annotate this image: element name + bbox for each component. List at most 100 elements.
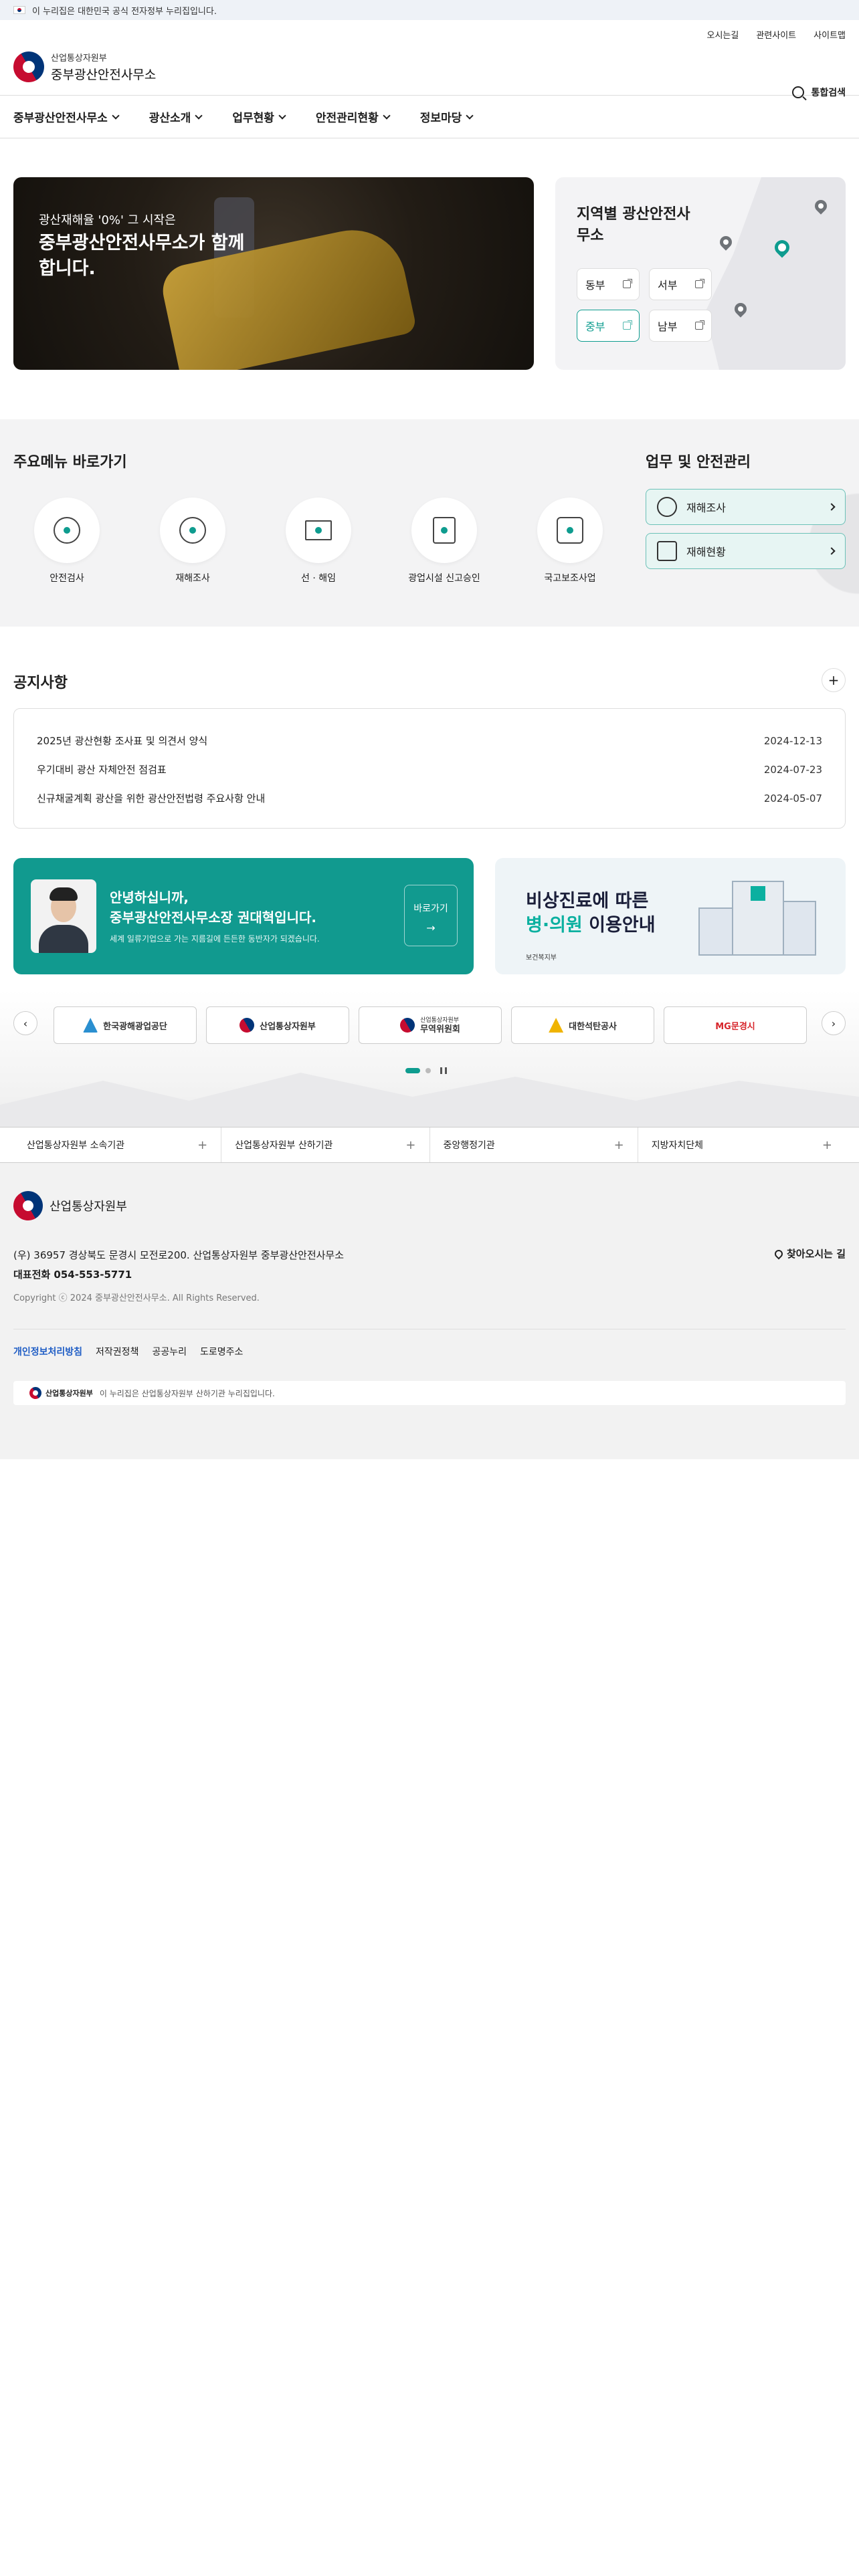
footer-policy-links: 개인정보처리방침 저작권정책 공공누리 도로명주소 xyxy=(13,1345,243,1358)
notice-row[interactable]: 신규채굴계획 광산을 위한 광산안전법령 주요사항 안내 2024-05-07 xyxy=(37,784,822,813)
group-public-agencies[interactable]: 산업통상자원부 산하기관 + xyxy=(221,1128,429,1162)
search-label: 통합검색 xyxy=(811,88,846,98)
footer-logo: 산업통상자원부 xyxy=(7,1185,127,1226)
related-logo-kocoal[interactable]: 대한석탄공사 xyxy=(511,1006,654,1044)
notice-row[interactable]: 우기대비 광산 자체안전 점검표 2024-07-23 xyxy=(37,755,822,784)
taegukgi-flag-icon xyxy=(13,6,25,14)
taeguk-emblem-icon xyxy=(7,1185,49,1226)
chevron-down-icon xyxy=(112,111,120,120)
carousel-prev-button[interactable]: ‹ xyxy=(13,1011,37,1035)
region-button-south[interactable]: 남부 xyxy=(649,310,712,342)
greeting-desc: 세계 일류기업으로 가는 지름길에 든든한 동반자가 되겠습니다. xyxy=(110,934,320,944)
quick-menu-section: 주요메뉴 바로가기 안전검사 재해조사 선 · 해임 광업시설 신고승인 국고보… xyxy=(0,419,859,627)
hospital-building-icon xyxy=(692,881,819,956)
gov-banner: 이 누리집은 대한민국 공식 전자정부 누리집입니다. xyxy=(0,0,859,20)
quick-menu-title: 주요메뉴 바로가기 xyxy=(13,454,127,471)
er-title-accent: 병·의원 xyxy=(526,915,583,936)
inspection-magnifier-icon xyxy=(54,517,80,544)
kocoal-logo-icon xyxy=(549,1018,564,1033)
related-sites-carousel: ‹ 한국광해광업공단 산업통상자원부 산업통상자원부 무역위원회 대한석탄공사 M… xyxy=(0,990,859,1137)
notice-title: 공지사항 xyxy=(13,675,68,691)
related-site-groups: 산업통상자원부 소속기관 + 산업통상자원부 산하기관 + 중앙행정기관 + 지방자치… xyxy=(0,1127,859,1163)
quick-item-appointment[interactable]: 선 · 해임 xyxy=(278,498,359,584)
quick-item-safety-inspection[interactable]: 안전검사 xyxy=(27,498,107,584)
chevron-down-icon xyxy=(466,111,474,120)
region-button-central[interactable]: 중부 xyxy=(577,310,640,342)
taeguk-emblem-icon xyxy=(7,45,50,88)
chevron-right-icon xyxy=(828,547,836,555)
nav-item-mine-intro[interactable]: 광산소개 xyxy=(149,108,203,125)
nav-item-safety-status[interactable]: 안전관리현황 xyxy=(316,108,391,125)
related-logo-komir[interactable]: 한국광해광업공단 xyxy=(54,1006,197,1044)
quick-item-subsidy[interactable]: 국고보조사업 xyxy=(530,498,610,584)
safety-button-status[interactable]: 재해현황 xyxy=(646,533,846,569)
util-link-related-sites[interactable]: 관련사이트 xyxy=(756,28,796,41)
integrated-search-button[interactable]: 통합검색 xyxy=(792,86,846,99)
footer-address: (우) 36957 경상북도 문경시 모전로200. 산업통상자원부 중부광산안… xyxy=(13,1249,345,1261)
plus-icon: + xyxy=(197,1138,208,1152)
notice-more-button[interactable]: + xyxy=(822,668,846,692)
main-nav: 중부광산안전사무소 광산소개 업무현황 안전관리현황 정보마당 xyxy=(0,96,859,138)
group-affiliated-agencies[interactable]: 산업통상자원부 소속기관 + xyxy=(13,1128,221,1162)
footer-link-kogl[interactable]: 공공누리 xyxy=(152,1345,187,1358)
related-logo-ktc[interactable]: 산업통상자원부 무역위원회 xyxy=(359,1006,502,1044)
external-link-icon xyxy=(623,279,632,288)
site-footer: 산업통상자원부 (우) 36957 경상북도 문경시 모전로200. 산업통상자… xyxy=(0,1163,859,1459)
logo-office: 중부광산안전사무소 xyxy=(51,68,157,82)
util-link-directions[interactable]: 오시는길 xyxy=(707,28,739,41)
util-link-sitemap[interactable]: 사이트맵 xyxy=(814,28,846,41)
er-title-line2: 이용안내 xyxy=(582,915,656,936)
greeting-line2: 중부광산안전사무소장 권대혁입니다. xyxy=(110,909,316,926)
safety-button-investigation[interactable]: 재해조사 xyxy=(646,489,846,525)
footer-nuri-notice: 산업통상자원부 이 누리집은 산업통상자원부 산하기관 누리집입니다. xyxy=(13,1381,846,1405)
footer-tel: 대표전화 054-553-5771 xyxy=(13,1269,132,1281)
report-chart-icon xyxy=(657,541,677,561)
related-logo-mungyeong[interactable]: MG문경시 xyxy=(664,1006,807,1044)
clipboard-check-icon xyxy=(433,517,456,544)
director-greeting-banner: 안녕하십니까, 중부광산안전사무소장 권대혁입니다. 세계 일류기업으로 가는 … xyxy=(13,858,474,974)
nav-item-info[interactable]: 정보마당 xyxy=(420,108,474,125)
external-link-icon xyxy=(695,279,704,288)
region-button-east[interactable]: 동부 xyxy=(577,268,640,300)
hero-title: 중부광산안전사무소가 함께합니다. xyxy=(39,233,245,279)
related-logo-motie[interactable]: 산업통상자원부 xyxy=(206,1006,349,1044)
taeguk-emblem-icon xyxy=(237,1014,258,1036)
group-local-governments[interactable]: 지방자치단체 + xyxy=(637,1128,846,1162)
warning-shield-icon xyxy=(657,497,677,517)
pagination-dot[interactable] xyxy=(425,1068,431,1073)
greeting-line1: 안녕하십니까, xyxy=(110,889,189,905)
region-button-west[interactable]: 서부 xyxy=(649,268,712,300)
pagination-dot-active[interactable] xyxy=(405,1068,420,1073)
regional-offices-card: 지역별 광산안전사무소 동부 서부 중부 남부 xyxy=(555,177,846,370)
presentation-board-icon xyxy=(305,520,332,540)
pause-icon[interactable] xyxy=(440,1067,447,1074)
site-logo[interactable]: 산업통상자원부 중부광산안전사무소 xyxy=(7,45,157,88)
region-title: 지역별 광산안전사무소 xyxy=(577,206,690,244)
emergency-care-banner[interactable]: 비상진료에 따른 병·의원 이용안내 보건복지부 xyxy=(495,858,846,974)
footer-link-copyright[interactable]: 저작권정책 xyxy=(96,1345,138,1358)
komir-logo-icon xyxy=(83,1018,98,1033)
footer-link-address[interactable]: 도로명주소 xyxy=(200,1345,243,1358)
group-central-agencies[interactable]: 중앙행정기관 + xyxy=(429,1128,638,1162)
notice-row[interactable]: 2025년 광산현황 조사표 및 의견서 양식 2024-12-13 xyxy=(37,726,822,755)
investigation-search-icon xyxy=(179,517,206,544)
search-icon xyxy=(792,86,805,98)
gov-banner-text: 이 누리집은 대한민국 공식 전자정부 누리집입니다. xyxy=(32,6,217,17)
carousel-next-button[interactable]: › xyxy=(822,1011,846,1035)
footer-copyright: Copyright ⓒ 2024 중부광산안전사무소. All Rights R… xyxy=(13,1293,260,1303)
utility-links: 오시는길 관련사이트 사이트맵 xyxy=(707,28,846,41)
nav-item-work-status[interactable]: 업무현황 xyxy=(232,108,286,125)
director-photo xyxy=(31,879,96,953)
greeting-go-button[interactable]: 바로가기 → xyxy=(404,885,458,946)
footer-link-privacy[interactable]: 개인정보처리방침 xyxy=(13,1345,82,1358)
map-pin-icon[interactable] xyxy=(717,233,735,251)
chevron-right-icon xyxy=(828,503,836,511)
taeguk-emblem-icon xyxy=(397,1014,418,1036)
subsidy-document-icon xyxy=(557,517,583,544)
chevron-down-icon xyxy=(278,111,286,120)
footer-directions-link[interactable]: 찾아오시는 길 xyxy=(773,1247,846,1261)
external-link-icon xyxy=(695,320,704,330)
nav-item-office[interactable]: 중부광산안전사무소 xyxy=(13,108,120,125)
quick-item-facility-approval[interactable]: 광업시설 신고승인 xyxy=(404,498,484,584)
quick-item-accident-investigation[interactable]: 재해조사 xyxy=(153,498,233,584)
